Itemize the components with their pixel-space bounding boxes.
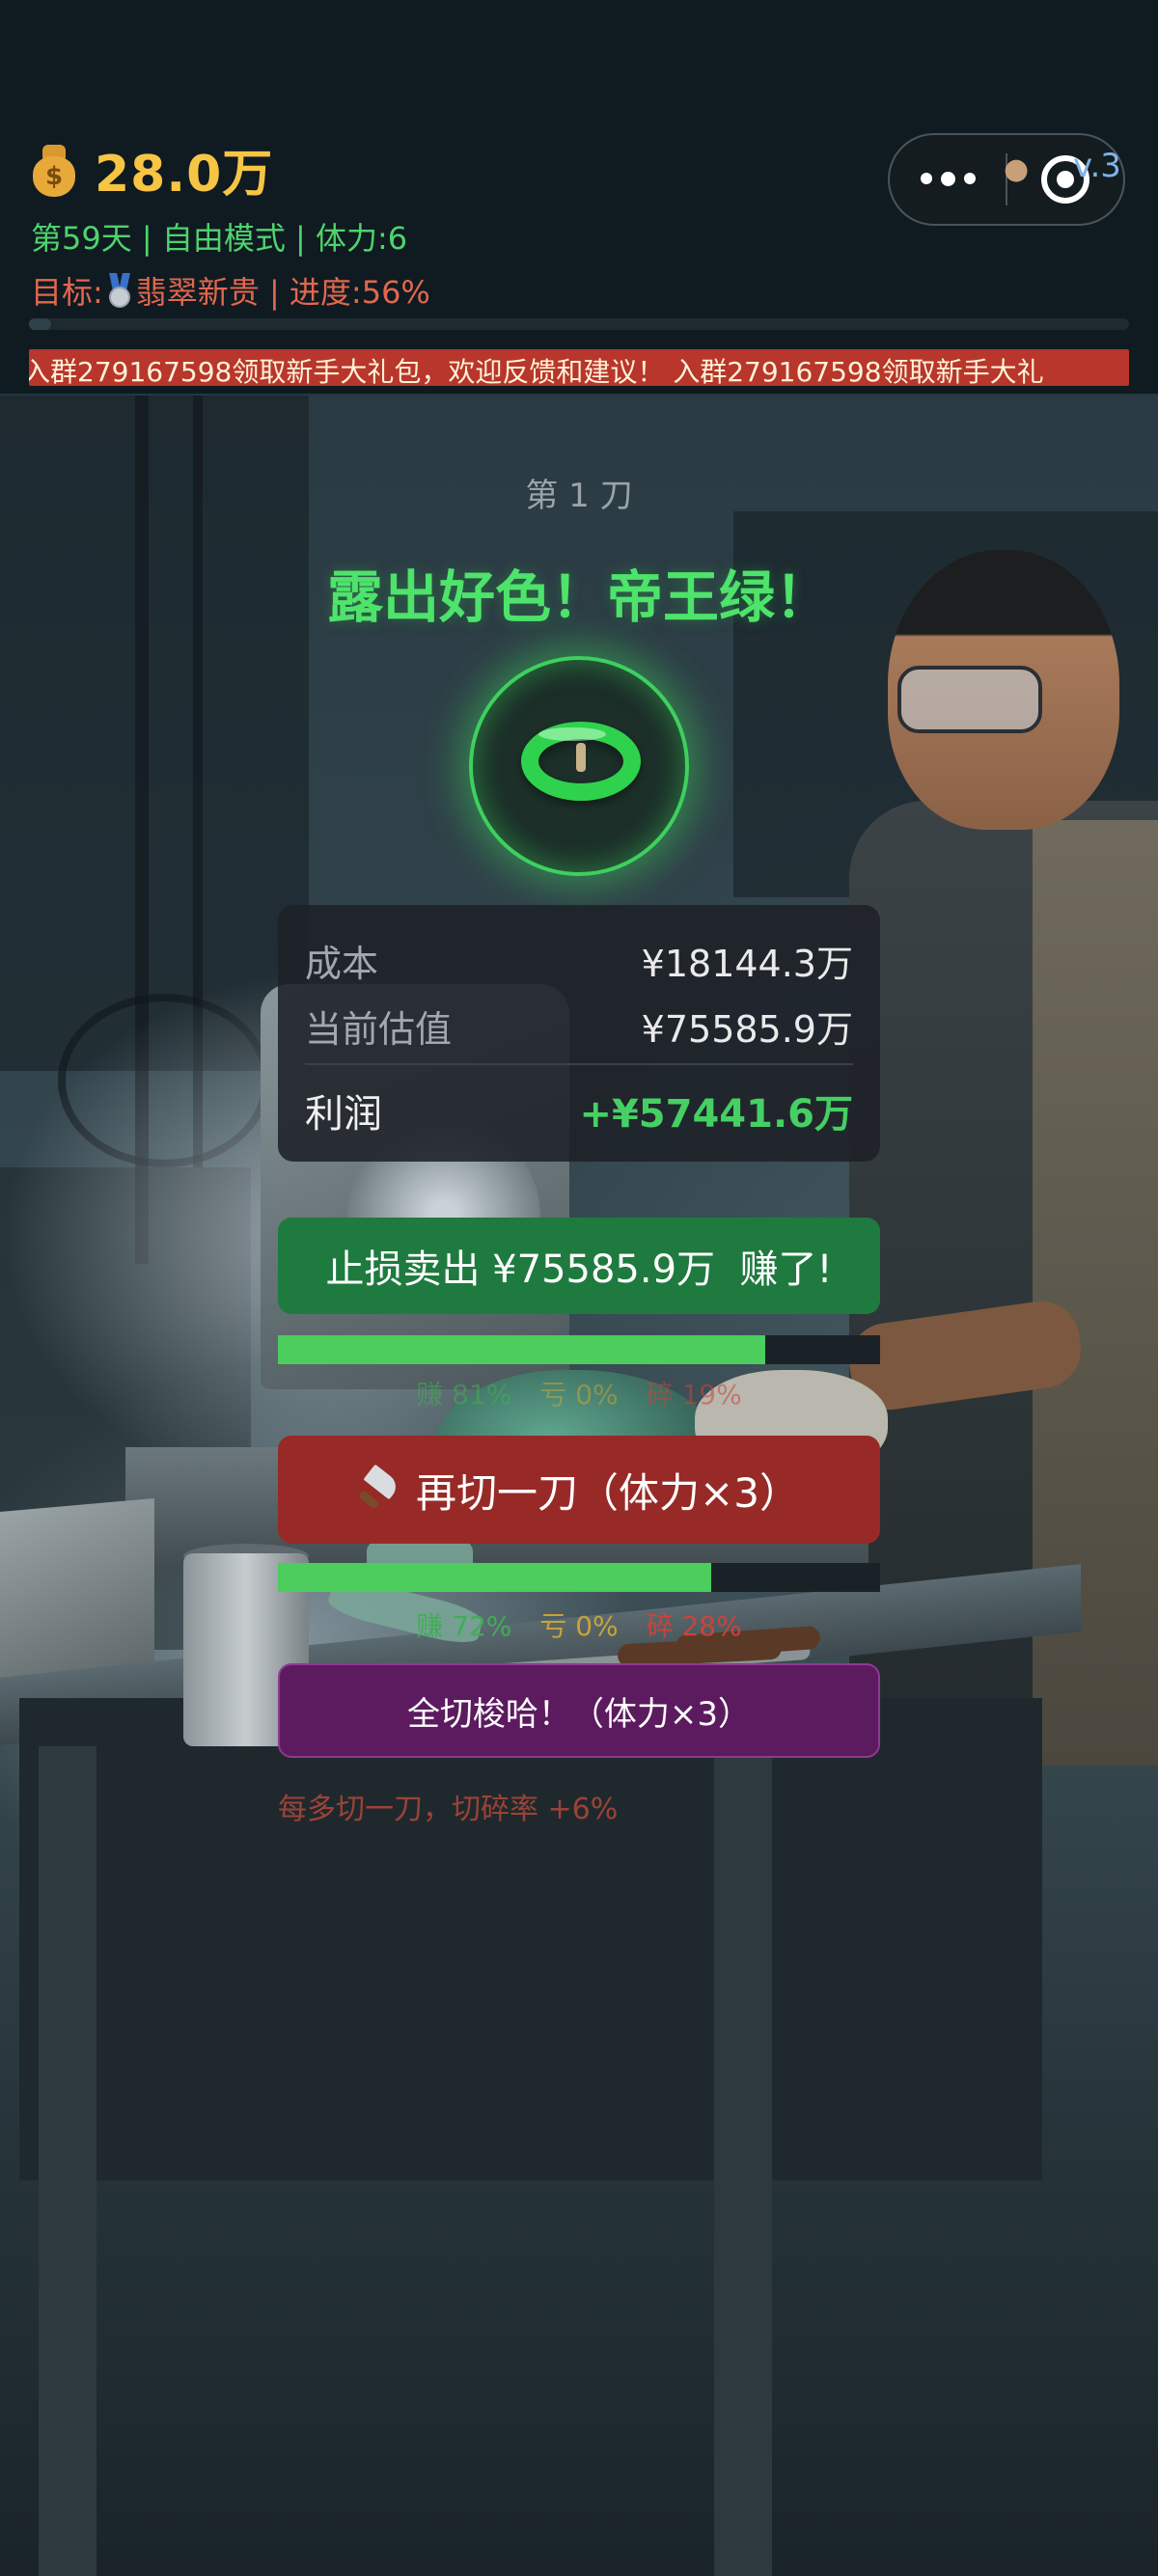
cut-odds-bar (278, 1563, 880, 1592)
goal-prefix: 目标: (31, 274, 103, 311)
cut-odds-win: 赚 72% (416, 1610, 512, 1642)
cut-odds-fill (278, 1563, 712, 1592)
sell-odds-text: 赚 81% 亏 0% 碎 19% (0, 1374, 1158, 1412)
cost-label: 成本 (305, 943, 379, 985)
money-value: 28.0万 (95, 146, 274, 204)
cut-again-label: 再切一刀（体力×3） (416, 1468, 800, 1517)
sell-button-label: 止损卖出 ¥75585.9万 赚了! (325, 1247, 833, 1292)
goal-progress-fill (29, 318, 51, 330)
sell-odds-bar (278, 1335, 880, 1364)
goal-suffix: 翡翠新贵 | 进度:56% (135, 274, 430, 311)
knife-icon (357, 1464, 401, 1511)
cut-odds-text: 赚 72% 亏 0% 碎 28% (0, 1605, 1158, 1644)
status-line: 第59天 | 自由模式 | 体力:6 (31, 220, 408, 257)
money-display: $ 28.0万 (29, 133, 273, 206)
money-bag-icon: $ (29, 143, 79, 197)
cut-result-title: 露出好色！帝王绿！ (326, 564, 831, 630)
sell-button[interactable]: 止损卖出 ¥75585.9万 赚了! (278, 1218, 880, 1314)
announcement-marquee[interactable]: 入群279167598领取新手大礼包，欢迎反馈和建议！ 入群279167598领… (29, 349, 1129, 386)
sell-odds-break: 碎 19% (646, 1379, 742, 1411)
sell-odds-fill (278, 1335, 766, 1364)
medal-icon (105, 273, 134, 308)
profit-label: 利润 (305, 1092, 382, 1137)
jade-result-orb (469, 656, 689, 876)
announcement-text: 入群279167598领取新手大礼包，欢迎反馈和建议！ 入群279167598领… (29, 356, 1044, 386)
estimate-value: ¥75585.9万 (641, 1008, 853, 1051)
full-cut-label: 全切梭哈！（体力×3） (406, 1694, 752, 1734)
break-rate-warning: 每多切一刀，切碎率 +6% (278, 1793, 619, 1826)
estimate-label: 当前估值 (305, 1008, 453, 1051)
header-divider (0, 394, 1158, 396)
more-icon[interactable] (890, 172, 1006, 186)
cost-value: ¥18144.3万 (641, 943, 853, 985)
cost-row: 成本 ¥18144.3万 (305, 934, 853, 987)
estimate-row: 当前估值 ¥75585.9万 (305, 1000, 853, 1053)
sell-odds-lose: 亏 0% (539, 1379, 619, 1411)
sell-odds-win: 赚 81% (416, 1379, 512, 1411)
goal-line: 目标: 翡翠新贵 | 进度:56% (31, 268, 430, 313)
full-cut-button[interactable]: 全切梭哈！（体力×3） (278, 1663, 880, 1758)
eye-icon: ● (1004, 152, 1030, 186)
game-header: $ 28.0万 第59天 | 自由模式 | 体力:6 目标: 翡翠新贵 | 进度… (0, 0, 1158, 396)
card-divider (305, 1063, 853, 1065)
cut-again-button[interactable]: 再切一刀（体力×3） (278, 1436, 880, 1544)
version-label: v.3 (1073, 147, 1121, 185)
cut-odds-break: 碎 28% (646, 1610, 742, 1642)
profit-row: 利润 +¥57441.6万 (305, 1082, 853, 1138)
valuation-card: 成本 ¥18144.3万 当前估值 ¥75585.9万 利润 +¥57441.6… (278, 905, 880, 1162)
cut-odds-lose: 亏 0% (539, 1610, 619, 1642)
profit-value: +¥57441.6万 (579, 1092, 853, 1137)
goal-progress-bar (29, 318, 1129, 330)
cut-count: 第 1 刀 (525, 477, 633, 515)
